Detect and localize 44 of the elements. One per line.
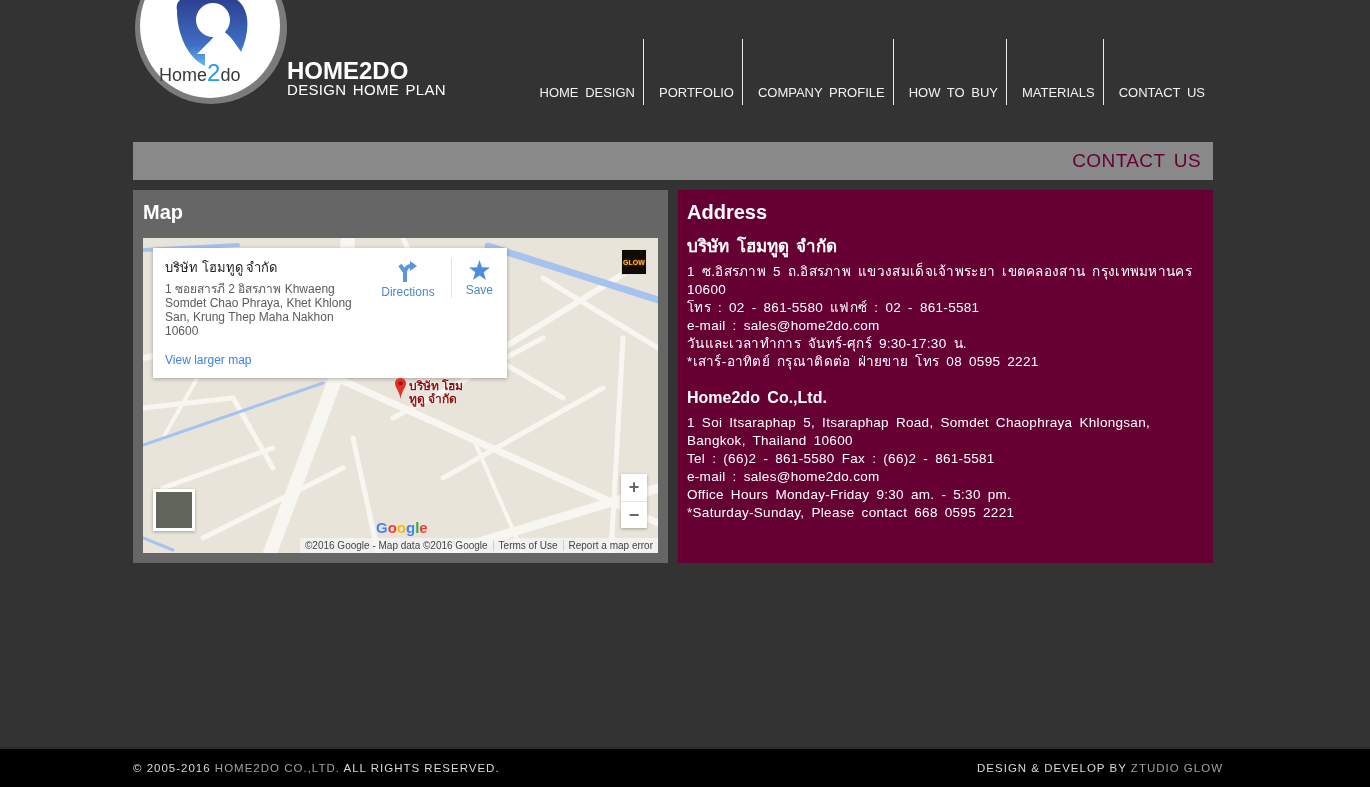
address-line: วันและเวลาทำการ จันทร์-ศุกร์ 9:30-17:30 น.	[687, 335, 968, 353]
address-line: e-mail : sales@home2do.com	[687, 317, 881, 335]
view-larger-map-link[interactable]: View larger map	[165, 353, 252, 367]
company-link[interactable]: HOME2DO CO.,LTD.	[214, 762, 340, 774]
address-line: 1 ซ.อิสรภาพ 5 ถ.อิสรภาพ แขวงสมเด็จเจ้าพระยา เขตคลองสาน กรุงเทพมหานคร 10600	[687, 263, 1193, 299]
page-title: CONTACT US	[1072, 150, 1201, 172]
company-heading: Home2do Co.,Ltd.	[687, 388, 828, 408]
address-line: *Saturday-Sunday, Please contact 668 0595 2221	[687, 504, 1016, 522]
nav-link[interactable]: MATERIALS	[1005, 39, 1103, 105]
nav-link[interactable]: HOME DESIGN	[524, 39, 643, 105]
developer-link[interactable]: ZTUDIO GLOW	[1130, 762, 1223, 774]
place-address: 1 ซอยสารภี 2 อิสรภาพ Khwaeng Somdet Chao Phraya, Khet Khlong San, Krung Thep Maha Nakhon 10600	[165, 282, 353, 338]
panel-title: Address	[687, 200, 768, 224]
address-line: *เสาร์-อาทิตย์ กรุณาติดต่อ ฝ่ายขาย โทร 08 0595 2221	[687, 353, 1040, 371]
panel-title: Map	[143, 200, 183, 224]
nav-link[interactable]: PORTFOLIO	[643, 39, 742, 105]
logo-wordmark: Home2do	[159, 59, 241, 86]
address-line: โทร : 02 - 861-5580 แฟกซ์ : 02 - 861-5581	[687, 299, 981, 317]
map-copyright: ©2016 Google - Map data ©2016 Google	[303, 540, 489, 551]
nav-link[interactable]: COMPANY PROFILE	[741, 39, 893, 105]
satellite-view-button[interactable]	[153, 489, 195, 531]
map-footer-link[interactable]: Report a map error	[562, 540, 658, 551]
google-logo: Google	[376, 520, 428, 536]
address-line: Office Hours Monday-Friday 9:30 am. - 5:30 pm.	[687, 486, 1013, 504]
marker-label: บริษัท โฮม ทูดู จำกัด	[409, 380, 464, 406]
brand-tagline: DESIGN HOME PLAN	[287, 82, 446, 98]
copyright-text: © 2005-2016 HOME2DO CO.,LTD. ALL RIGHTS RESERVED.	[133, 762, 500, 774]
address-line: e-mail : sales@home2do.com	[687, 468, 881, 486]
save-button[interactable]: Save	[465, 260, 493, 297]
map-pin-icon	[395, 378, 406, 399]
address-line: Tel : (66)2 - 861-5580 Fax : (66)2 - 861-5581	[687, 450, 996, 468]
credit-text: DESIGN & DEVELOP BY ZTUDIO GLOW	[977, 762, 1223, 774]
brand-name: HOME2DO	[287, 57, 410, 85]
star-icon	[468, 260, 490, 280]
nav-link[interactable]: CONTACT US	[1102, 39, 1213, 105]
fork-arrow-icon	[398, 260, 418, 282]
place-name: บริษัท โฮมทูดู จำกัด	[165, 260, 278, 276]
company-heading: บริษัท โฮมทูดู จำกัด	[687, 236, 839, 258]
zoom-button[interactable]: +	[621, 474, 647, 501]
nav-link[interactable]: HOW TO BUY	[892, 39, 1006, 105]
address-line: 1 Soi Itsaraphap 5, Itsaraphap Road, Somdet Chaophraya Khlongsan, Bangkok, Thailand 10600	[687, 414, 1152, 450]
zoom-button[interactable]: −	[621, 501, 647, 528]
map-footer-link[interactable]: Terms of Use	[492, 540, 563, 551]
directions-button[interactable]: Directions	[381, 260, 435, 299]
